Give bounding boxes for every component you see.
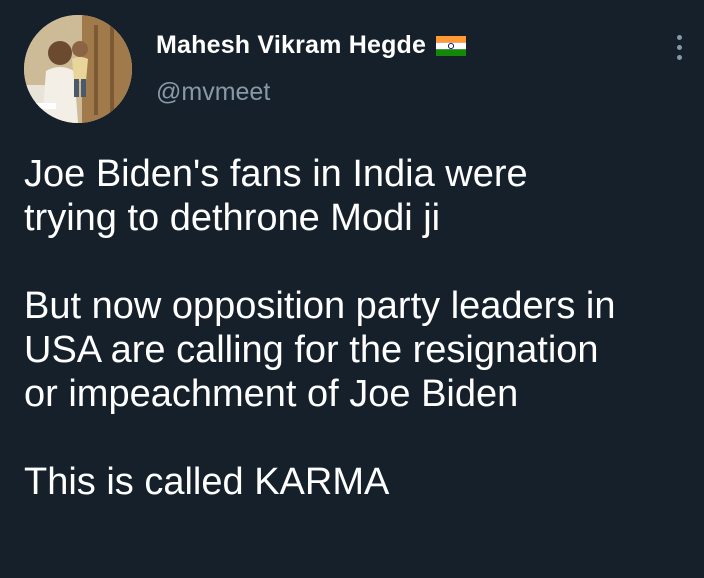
india-flag-icon: [436, 36, 467, 56]
user-name-row[interactable]: Mahesh Vikram Hegde: [156, 26, 467, 64]
more-options-icon[interactable]: [664, 30, 694, 64]
tweet-line: or impeachment of Joe Biden: [24, 373, 519, 415]
tweet-line: trying to dethrone Modi ji: [24, 197, 441, 239]
avatar[interactable]: [24, 15, 132, 123]
tweet-line: USA are calling for the resignation: [24, 329, 599, 371]
tweet-paragraph: This is called KARMA: [24, 460, 696, 504]
tweet-line: This is called KARMA: [24, 461, 390, 503]
tweet-paragraph: Joe Biden's fans in India were trying to…: [24, 152, 696, 240]
tweet-paragraph: But now opposition party leaders in USA …: [24, 284, 696, 416]
display-name: Mahesh Vikram Hegde: [156, 31, 427, 59]
user-handle[interactable]: @mvmeet: [156, 74, 270, 110]
avatar-photo: [24, 15, 132, 123]
tweet-text: Joe Biden's fans in India were trying to…: [24, 152, 696, 504]
tweet-line: But now opposition party leaders in: [24, 285, 616, 327]
tweet-line: Joe Biden's fans in India were: [24, 153, 528, 195]
